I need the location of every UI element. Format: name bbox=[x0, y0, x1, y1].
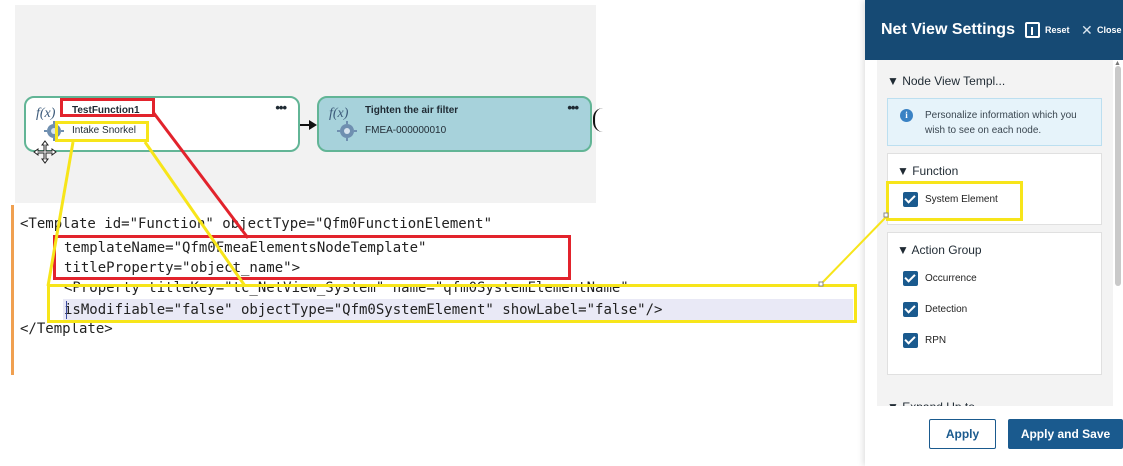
annotation-box-yellow-subtitle bbox=[55, 121, 149, 142]
action-group-card: ▼ Action Group Occurrence Detection RPN bbox=[887, 232, 1102, 375]
checkbox-rpn[interactable]: RPN bbox=[903, 333, 1043, 349]
panel-header: Net View Settings Reset ✕ Close bbox=[865, 0, 1123, 60]
function-node-tighten-air-filter[interactable]: f(x) Tighten the air filter FMEA-0000000… bbox=[317, 96, 592, 152]
checkbox-occurrence[interactable]: Occurrence bbox=[903, 271, 1043, 287]
node-more-button[interactable]: ••• bbox=[567, 100, 579, 115]
checkbox-checked-icon[interactable] bbox=[903, 271, 918, 286]
info-message: i Personalize information which you wish… bbox=[887, 98, 1102, 146]
checkbox-label: RPN bbox=[925, 335, 947, 346]
annotation-box-yellow-code bbox=[47, 284, 857, 323]
action-group-title[interactable]: ▼ Action Group bbox=[897, 243, 982, 257]
panel-title: Net View Settings bbox=[881, 21, 1015, 38]
node-title: Tighten the air filter bbox=[365, 105, 459, 116]
svg-text:f(x): f(x) bbox=[329, 106, 349, 121]
info-icon: i bbox=[900, 109, 913, 122]
move-cursor-icon bbox=[33, 140, 57, 164]
edge-arrowhead bbox=[309, 120, 317, 130]
edge-connector-partial bbox=[593, 108, 603, 132]
close-icon[interactable]: ✕ bbox=[1081, 22, 1093, 39]
checkbox-label: Occurrence bbox=[925, 273, 977, 284]
close-button[interactable]: Close bbox=[1097, 25, 1122, 35]
node-subtitle: FMEA-000000010 bbox=[365, 125, 447, 136]
info-text: Personalize information which you wish t… bbox=[925, 110, 1077, 136]
checkbox-checked-icon[interactable] bbox=[903, 302, 918, 317]
svg-text:f(x): f(x) bbox=[36, 106, 56, 121]
reset-button[interactable]: Reset bbox=[1045, 25, 1070, 35]
annotation-box-yellow-system-element bbox=[886, 181, 1023, 221]
annotation-box-red-title bbox=[60, 98, 155, 117]
panel-scrollbar[interactable] bbox=[1115, 66, 1121, 286]
node-view-template-section[interactable]: ▼ Node View Templ... bbox=[887, 74, 1005, 88]
checkbox-label: Detection bbox=[925, 304, 968, 315]
code-line: <Template id="Function" objectType="Qfm0… bbox=[20, 216, 493, 232]
checkbox-detection[interactable]: Detection bbox=[903, 302, 1043, 318]
function-node-icon: f(x) bbox=[329, 106, 357, 141]
net-view-settings-panel: Net View Settings Reset ✕ Close ▲ ▼ Node… bbox=[865, 0, 1123, 466]
function-group-title[interactable]: ▼ Function bbox=[897, 164, 958, 178]
checkbox-checked-icon[interactable] bbox=[903, 333, 918, 348]
annotation-box-red-code bbox=[53, 235, 571, 280]
apply-and-save-button[interactable]: Apply and Save bbox=[1008, 419, 1123, 449]
apply-button[interactable]: Apply bbox=[929, 419, 996, 449]
node-more-button[interactable]: ••• bbox=[275, 100, 287, 115]
editor-gutter-marker bbox=[11, 205, 14, 375]
reset-icon[interactable] bbox=[1025, 22, 1040, 38]
